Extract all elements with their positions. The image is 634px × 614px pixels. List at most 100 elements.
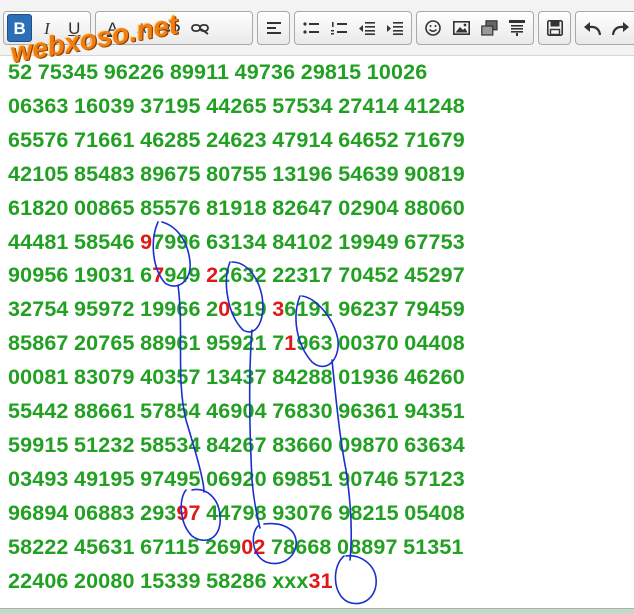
lottery-number: 88060: [404, 195, 465, 220]
lottery-number: 59915: [8, 432, 69, 457]
emoticon-button[interactable]: [420, 14, 446, 42]
lottery-number: 83079: [74, 365, 135, 390]
numbered-list-button[interactable]: [326, 14, 352, 42]
redo-button[interactable]: [607, 14, 633, 42]
lottery-number: 55442: [8, 399, 69, 423]
media-button[interactable]: [476, 14, 502, 42]
lottery-number: 46904: [206, 399, 267, 423]
align-left-icon: [266, 22, 281, 34]
lottery-number: 84288: [272, 365, 333, 390]
lottery-number: 44481: [8, 229, 69, 254]
bullet-list-button[interactable]: [298, 14, 324, 42]
number-row: 03493 49195 97495 06920 69851 90746 57123: [8, 467, 470, 501]
lottery-number: 46285: [140, 127, 201, 152]
emoticon-icon: [425, 20, 441, 36]
lottery-number: 58222: [8, 534, 69, 559]
number-row: 06363 16039 37195 44265 57534 27414 41248: [8, 94, 470, 128]
lottery-number: 01936: [338, 365, 399, 390]
lottery-number: 51351: [403, 534, 464, 559]
lottery-number: 13196: [272, 161, 333, 186]
number-row: 65576 71661 46285 24623 47914 64652 71679: [8, 128, 470, 162]
lottery-number: 82647: [272, 195, 333, 220]
lottery-number: 05408: [404, 500, 465, 525]
highlighted-digit: 1: [284, 331, 297, 356]
save-group: [538, 11, 571, 45]
number-row: 55442 88661 57854 46904 76830 96361 94351: [8, 399, 470, 433]
lottery-number: 58534: [140, 432, 201, 457]
lottery-number: 26902: [204, 534, 266, 559]
bold-icon: B: [13, 18, 26, 38]
lottery-number: 57854: [140, 399, 201, 423]
align-left-button[interactable]: [261, 14, 286, 42]
lottery-number: 67949: [140, 263, 201, 288]
indent-icon: [387, 21, 403, 35]
editor-content[interactable]: 52 75345 96226 89911 49736 29815 10026 06363 160…: [0, 56, 634, 608]
lottery-number: 90819: [404, 161, 465, 186]
quote-button[interactable]: [504, 14, 530, 42]
list-group: [294, 11, 412, 45]
lottery-number: 22406: [8, 568, 69, 593]
undo-button[interactable]: [579, 14, 605, 42]
lottery-number: 03493: [8, 466, 69, 491]
lottery-number: 37195: [140, 93, 201, 118]
lottery-number: 02904: [338, 195, 399, 220]
outdent-button[interactable]: [354, 14, 380, 42]
unlink-button[interactable]: [186, 14, 213, 42]
save-icon: [546, 20, 563, 36]
lottery-number: 95921: [206, 331, 267, 356]
lottery-number: 00865: [74, 195, 135, 220]
lottery-number: 71963: [272, 331, 333, 356]
lottery-number: 71661: [74, 127, 135, 152]
number-row: 90956 19031 67949 22632 22317 70452 45297: [8, 263, 470, 297]
lottery-number: 65576: [8, 127, 69, 152]
save-button[interactable]: [542, 14, 567, 42]
lottery-number: 63634: [404, 432, 465, 457]
bullet-list-icon: [303, 22, 319, 34]
image-button[interactable]: [448, 14, 474, 42]
lottery-number: 22632: [206, 263, 267, 288]
lottery-number: 94351: [404, 399, 465, 423]
image-icon: [452, 21, 470, 35]
lottery-number: 16039: [74, 93, 135, 118]
number-row: 58222 45631 67115 26902 78668 08897 51351: [8, 535, 469, 569]
lottery-number: 29815: [300, 60, 362, 84]
lottery-number: 45297: [404, 263, 465, 288]
highlighted-digit: 02: [241, 534, 266, 559]
lottery-number: 47914: [272, 127, 333, 152]
lottery-number: 20765: [74, 331, 135, 356]
lottery-number: 97495: [140, 466, 201, 491]
lottery-number: 42105: [8, 161, 69, 186]
lottery-number: 46260: [404, 365, 465, 390]
lottery-number: 71679: [404, 127, 465, 152]
lottery-number: 96894: [8, 500, 69, 525]
number-row: 96894 06883 29397 44798 93076 98215 05408: [8, 501, 470, 535]
lottery-number: 15339: [140, 568, 201, 593]
lottery-number: 69851: [272, 466, 333, 491]
number-row: 44481 58546 97996 63134 84102 19949 67753: [8, 230, 470, 264]
lottery-number: 79459: [404, 297, 465, 322]
lottery-number: 41248: [404, 93, 465, 118]
numbered-list-icon: [331, 21, 347, 34]
lottery-number: 95972: [74, 297, 135, 322]
lottery-number: 78668: [271, 534, 332, 559]
indent-button[interactable]: [382, 14, 408, 42]
highlighted-digit: 9: [140, 229, 153, 254]
lottery-number: 20319: [206, 297, 267, 322]
lottery-number: 96361: [338, 399, 399, 423]
highlighted-digit: 31: [308, 568, 333, 593]
lottery-number: 70452: [338, 263, 399, 288]
lottery-number: 93076: [272, 500, 333, 525]
highlighted-digit: 2: [206, 263, 219, 288]
quote-icon: [509, 20, 525, 36]
lottery-number: 44265: [206, 93, 267, 118]
lottery-number: 06363: [8, 93, 69, 118]
lottery-number: 09870: [338, 432, 399, 457]
lottery-number: 22317: [272, 263, 333, 288]
highlighted-digit: 97: [176, 500, 201, 525]
lottery-number: 67115: [140, 534, 200, 559]
lottery-number: 13437: [206, 365, 267, 390]
number-row: 85867 20765 88961 95921 71963 00370 04408: [8, 331, 470, 365]
lottery-number: 58286: [206, 568, 267, 593]
lottery-number: 08897: [337, 534, 398, 559]
highlighted-digit: 7: [152, 263, 165, 288]
